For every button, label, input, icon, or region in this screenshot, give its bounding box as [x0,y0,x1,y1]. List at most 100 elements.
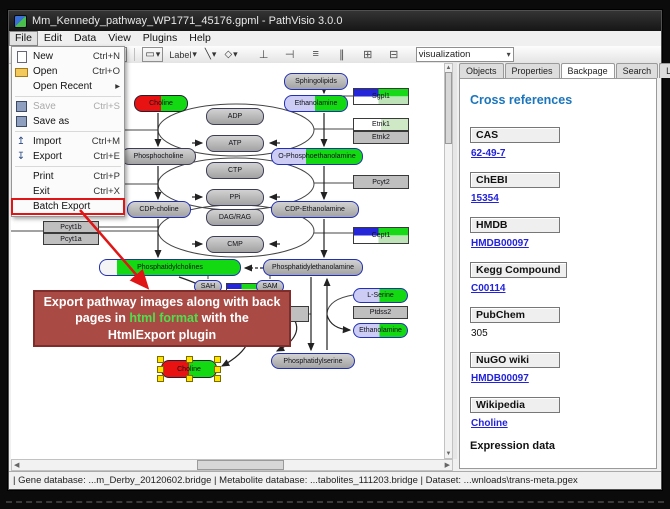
node-ppi[interactable]: PPi [206,189,264,206]
node-ethanolamine-top[interactable]: Ethanolamine [284,95,348,112]
node-dag[interactable]: DAG/RAG [206,209,264,226]
file-menu-item-print[interactable]: PrintCtrl+P [12,169,124,184]
chevron-down-icon[interactable]: ▾ [192,49,197,60]
align-center-icon[interactable]: ⊥ [256,48,272,61]
scroll-down-icon[interactable]: ▼ [445,450,452,458]
file-menu-item-batch-export[interactable]: Batch Export [12,199,124,214]
node-ethanolamine-2[interactable]: Ethanolamine [353,323,408,338]
xref-source-wikipedia[interactable]: Wikipedia [470,397,560,413]
selection-handle[interactable] [186,356,193,363]
node-atp[interactable]: ATP [206,135,264,152]
node-cdp-ethanolamine[interactable]: CDP-Ethanolamine [271,201,359,218]
menu-item-label: New [33,51,93,62]
menu-plugins[interactable]: Plugins [137,31,183,46]
node-phosphatidylserine[interactable]: Phosphatidylserine [271,353,355,369]
titlebar[interactable]: Mm_Kennedy_pathway_WP1771_45176.gpml - P… [9,11,661,31]
menu-file[interactable]: File [9,31,38,46]
xref-link[interactable]: HMDB00097 [471,238,529,249]
xref-source-pubchem[interactable]: PubChem [470,307,560,323]
node-cmp[interactable]: CMP [206,236,264,253]
scroll-up-icon[interactable]: ▲ [445,64,452,72]
node-l-serine[interactable]: L-Serine [353,288,408,303]
tab-legend[interactable]: Legend [659,63,670,78]
node-choline-top[interactable]: Choline [134,95,188,112]
visualization-combobox[interactable]: visualization ▾ [416,47,514,62]
menu-item-shortcut: Ctrl+X [93,186,120,197]
chevron-down-icon[interactable]: ▾ [156,49,161,60]
line-tool-button[interactable]: ╲ ▾ [203,48,219,61]
datanode-tool-button[interactable]: ▭ ▾ [142,47,163,62]
selection-handle[interactable] [157,366,164,373]
selection-handle[interactable] [186,375,193,382]
window-title: Mm_Kennedy_pathway_WP1771_45176.gpml - P… [32,15,342,27]
annotation-line3: HtmlExport plugin [35,327,289,343]
chevron-down-icon[interactable]: ▾ [212,49,217,60]
node-pcyt1b[interactable]: Pcyt1b [43,221,99,233]
selection-handle[interactable] [214,356,221,363]
stack-horizontal-icon[interactable]: ≡ [308,48,324,61]
xref-source-kegg-compound[interactable]: Kegg Compound [470,262,567,278]
node-adp[interactable]: ADP [206,108,264,125]
tab-objects[interactable]: Objects [459,63,504,78]
shape-tool-button[interactable]: ◇ ▾ [222,48,239,61]
xref-link[interactable]: C00114 [471,283,505,294]
scroll-left-icon[interactable]: ◀ [14,461,19,469]
file-menu-item-import[interactable]: ↥ImportCtrl+M [12,134,124,149]
node-pcyt1a[interactable]: Pcyt1a [43,233,99,245]
node-ctp[interactable]: CTP [206,162,264,179]
xref-link[interactable]: Choline [471,418,508,429]
selection-handle[interactable] [157,356,164,363]
vertical-scroll-thumb[interactable] [445,72,452,144]
node-phosphocholine[interactable]: Phosphocholine [121,148,196,165]
selection-handle[interactable] [157,375,164,382]
node-phosphatidylcholines[interactable]: Phosphatidylcholines [99,259,241,276]
xref-source-hmdb[interactable]: HMDB [470,217,560,233]
file-menu-item-save-as[interactable]: Save as [12,114,124,129]
file-menu-item-open-recent[interactable]: Open Recent▸ [12,79,124,94]
node-phosphatidylethanolamine[interactable]: Phosphatidylethanolamine [263,259,363,276]
node-sphingolipids[interactable]: Sphingolipids [284,73,348,90]
node-cept1[interactable]: Cept1 [353,227,409,244]
label-tool-button[interactable]: Label ▾ [167,48,199,61]
xref-source-nugo-wiki[interactable]: NuGO wiki [470,352,560,368]
group-icon[interactable]: ⊟ [386,48,402,61]
xref-link[interactable]: 15354 [471,193,499,204]
file-menu-item-exit[interactable]: ExitCtrl+X [12,184,124,199]
menu-data[interactable]: Data [68,31,102,46]
common-size-icon[interactable]: ⊞ [360,48,376,61]
node-ptdss2[interactable]: Ptdss2 [353,306,408,319]
canvas-vertical-scrollbar[interactable]: ▲ ▼ [444,63,453,459]
xref-link[interactable]: 62-49-7 [471,148,505,159]
tab-properties[interactable]: Properties [505,63,560,78]
file-menu-item-export[interactable]: ↧ExportCtrl+E [12,149,124,164]
menu-help[interactable]: Help [183,31,217,46]
menubar: FileEditDataViewPluginsHelp [9,31,661,47]
xref-link[interactable]: HMDB00097 [471,373,529,384]
horizontal-scroll-thumb[interactable] [197,460,284,470]
canvas-horizontal-scrollbar[interactable]: ◀ ▶ [11,459,453,471]
xref-source-cas[interactable]: CAS [470,127,560,143]
annotation-callout: Export pathway images along with back pa… [33,290,291,347]
tab-search[interactable]: Search [616,63,659,78]
scroll-right-icon[interactable]: ▶ [445,461,450,469]
chevron-down-icon[interactable]: ▾ [507,50,511,59]
node-etnk1[interactable]: Etnk1 [353,118,409,131]
selection-handle[interactable] [214,375,221,382]
menu-view[interactable]: View [102,31,137,46]
file-menu-item-open[interactable]: OpenCtrl+O [12,64,124,79]
chevron-down-icon[interactable]: ▾ [233,49,238,60]
annotation-highlight: html format [129,311,198,325]
node-sgpl1[interactable]: Sgpl1 [353,88,409,105]
menu-edit[interactable]: Edit [38,31,68,46]
node-o-phosphoethanolamine[interactable]: O-Phosphoethanolamine [271,148,363,165]
expression-data-heading: Expression data [470,440,646,452]
node-pcyt2[interactable]: Pcyt2 [353,175,409,189]
node-etnk2[interactable]: Etnk2 [353,131,409,144]
file-menu-item-new[interactable]: NewCtrl+N [12,49,124,64]
selection-handle[interactable] [214,366,221,373]
node-cdp-choline[interactable]: CDP-choline [127,201,191,218]
stack-vertical-icon[interactable]: ∥ [334,48,350,61]
tab-backpage[interactable]: Backpage [561,63,615,78]
distribute-horizontal-icon[interactable]: ⊣ [282,48,298,61]
xref-source-chebi[interactable]: ChEBI [470,172,560,188]
